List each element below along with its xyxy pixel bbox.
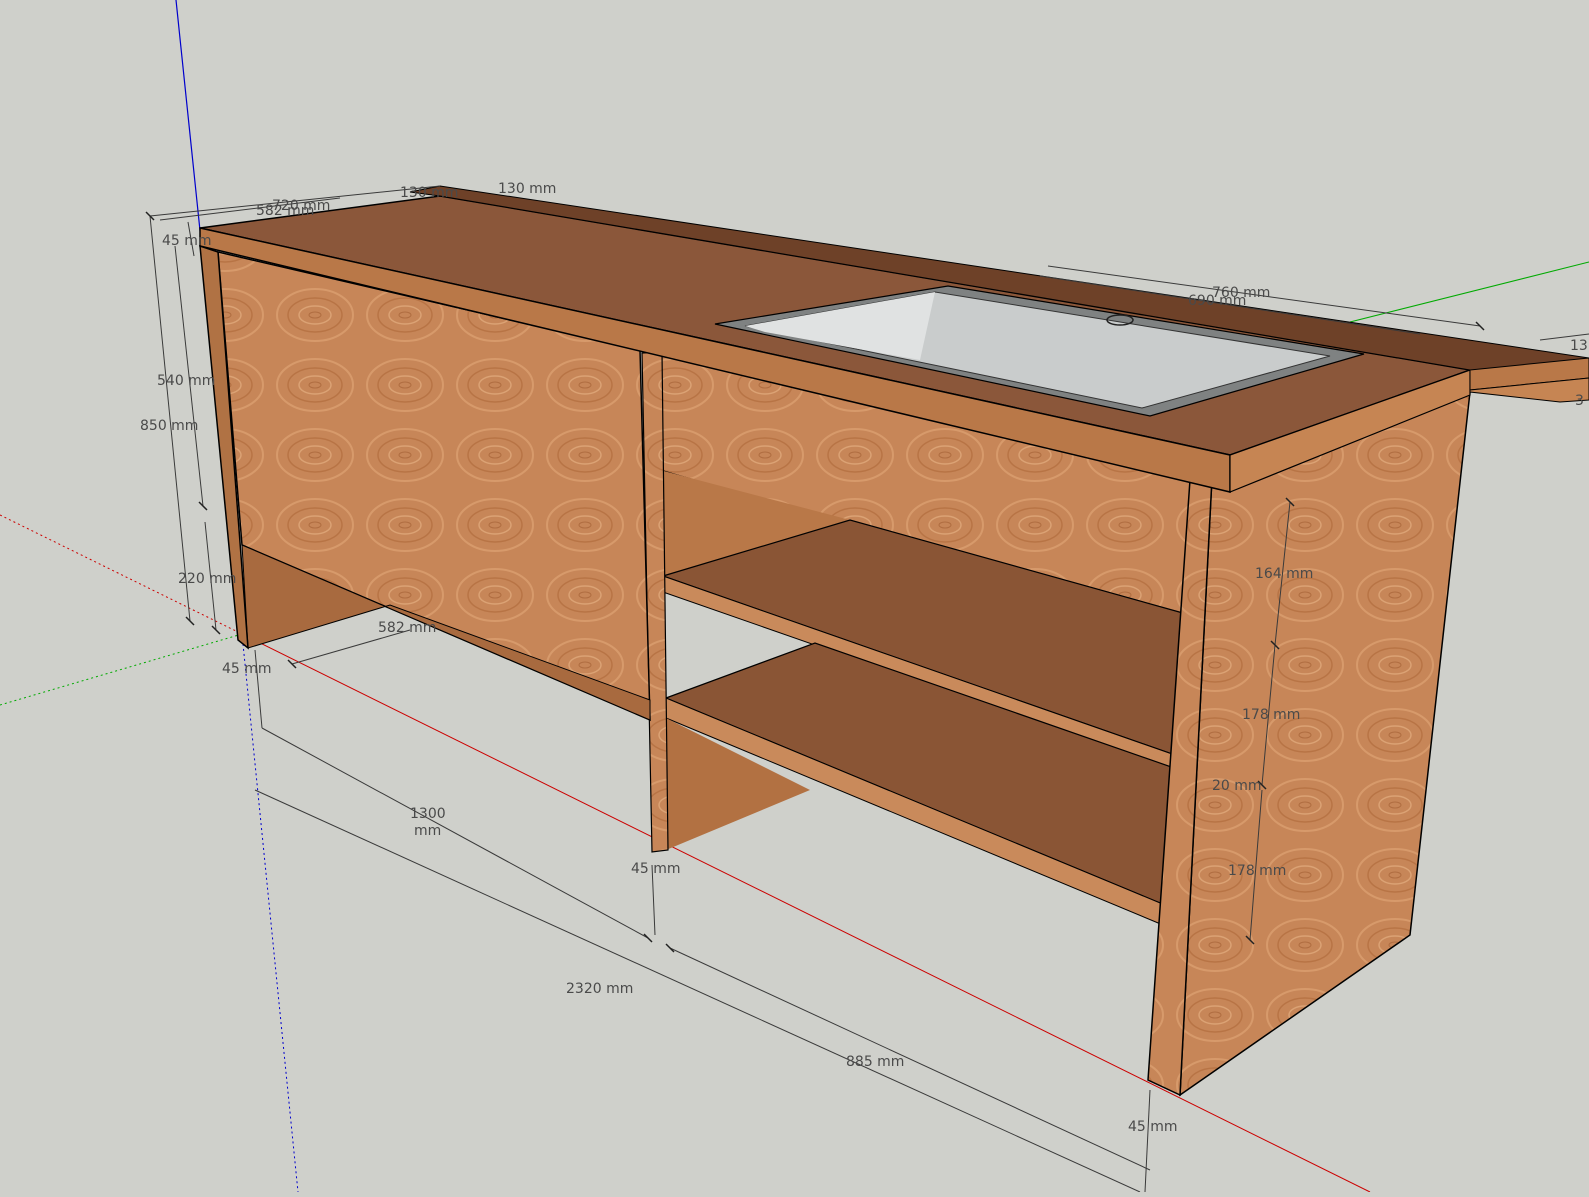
dim-label: 178 mm [1228, 863, 1286, 879]
dim-label: 690 mm [1188, 293, 1246, 309]
blue-axis-dotted [241, 633, 299, 1193]
dim-label: 130 mm [498, 181, 556, 197]
dim-label: 220 mm [178, 571, 236, 587]
right-end-panel-side[interactable] [1179, 390, 1471, 1097]
3d-model-canvas[interactable]: 720 mm 582 mm 130 mm 130 mm 45 mm 540 mm… [0, 0, 1589, 1193]
dim-label: 178 mm [1242, 707, 1300, 723]
dim-label: 45 mm [162, 233, 212, 249]
dim-label: 45 mm [1128, 1119, 1178, 1135]
dim-label: 540 mm [157, 373, 215, 389]
green-axis-dotted [0, 633, 243, 706]
dim-label: 13 [1570, 338, 1588, 354]
dim-label: 45 mm [631, 861, 681, 877]
dim-label: mm [414, 823, 441, 839]
dim-label: 3 [1575, 393, 1584, 409]
sketchup-viewport[interactable]: 720 mm 582 mm 130 mm 130 mm 45 mm 540 mm… [0, 0, 1589, 1193]
dim-label: 1300 [410, 806, 446, 822]
dim-label: 45 mm [222, 661, 272, 677]
dim-label: 582 mm [256, 203, 314, 219]
dim-label: 130 mm [400, 185, 458, 201]
dim-label: 20 mm [1212, 778, 1262, 794]
dim-label: 582 mm [378, 620, 436, 636]
dim-label: 164 mm [1255, 566, 1313, 582]
dim-label: 2320 mm [566, 981, 633, 997]
dim-label: 850 mm [140, 418, 198, 434]
dim-label: 885 mm [846, 1054, 904, 1070]
